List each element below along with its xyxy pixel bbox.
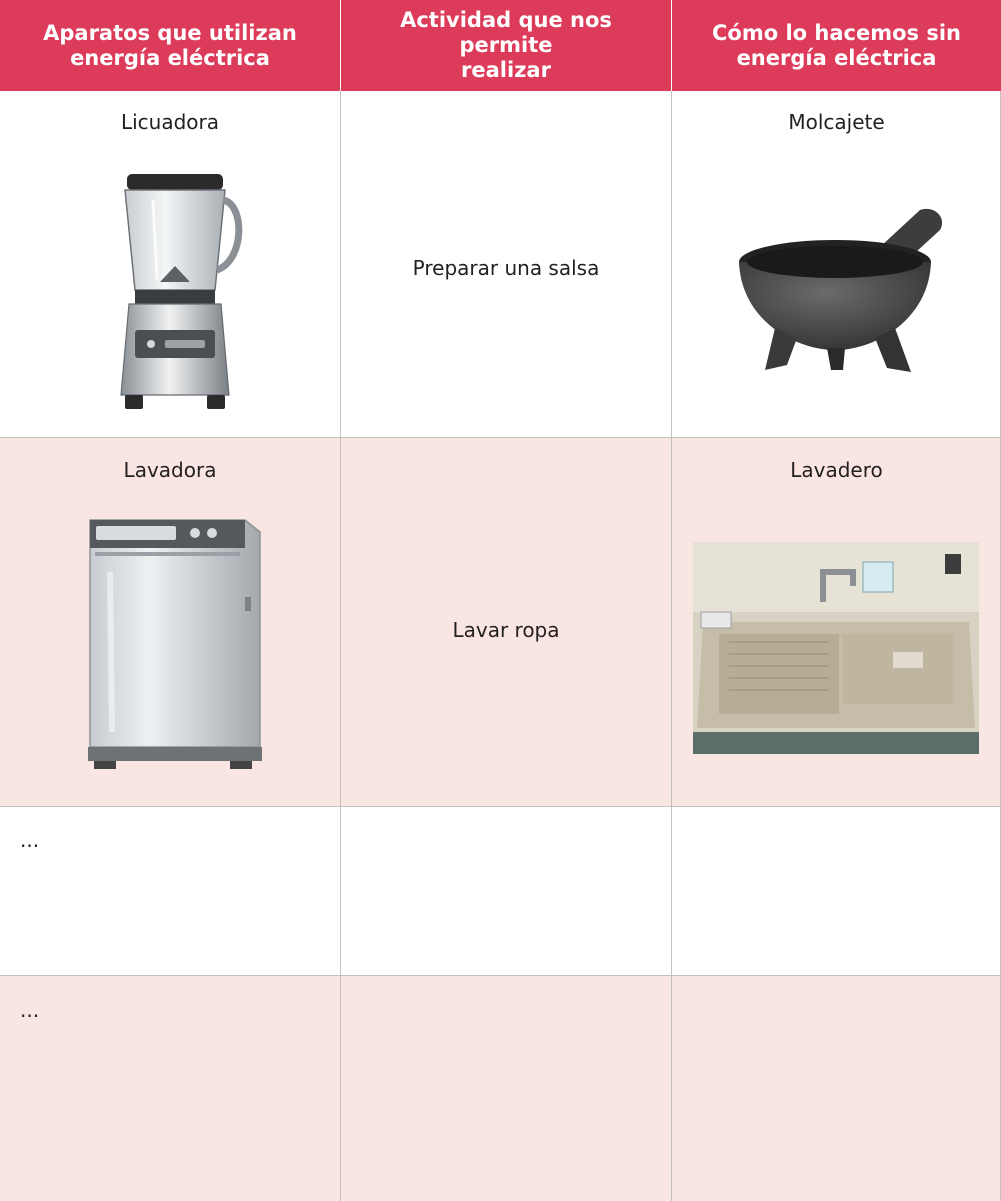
comparison-table: Aparatos que utilizan energía eléctrica … [0,0,1001,1201]
table-row [0,807,1001,975]
cell-appliance-name: Lavadora [123,458,217,482]
washboard-sink-icon [693,542,979,754]
cell-activity: Preparar una salsa [412,256,600,280]
table-row [0,976,1001,1201]
placeholder-ellipsis: ... [20,998,40,1022]
cell-activity: Lavar ropa [452,618,560,642]
header-col-activity-label: Actividad que nos permite realizar [400,8,612,82]
header-col-without-electricity: Cómo lo hacemos sin energía eléctrica [672,0,1001,91]
molcajete-icon [739,208,943,372]
blender-icon [120,174,243,409]
cell-appliance-name: Licuadora [120,110,220,134]
header-col-appliances-label: Aparatos que utilizan energía eléctrica [43,20,297,70]
header-col-without-electricity-label: Cómo lo hacemos sin energía eléctrica [712,20,961,70]
grid-divider [671,91,672,1201]
header-col-appliances: Aparatos que utilizan energía eléctrica [0,0,340,91]
cell-alternative-name: Lavadero [790,458,883,482]
grid-divider [0,437,1001,438]
cell-alternative-name: Molcajete [788,110,885,134]
washing-machine-icon [88,519,262,769]
grid-divider [0,806,1001,807]
grid-divider [0,975,1001,976]
placeholder-ellipsis: ... [20,828,40,852]
header-col-activity: Actividad que nos permite realizar [341,0,671,91]
